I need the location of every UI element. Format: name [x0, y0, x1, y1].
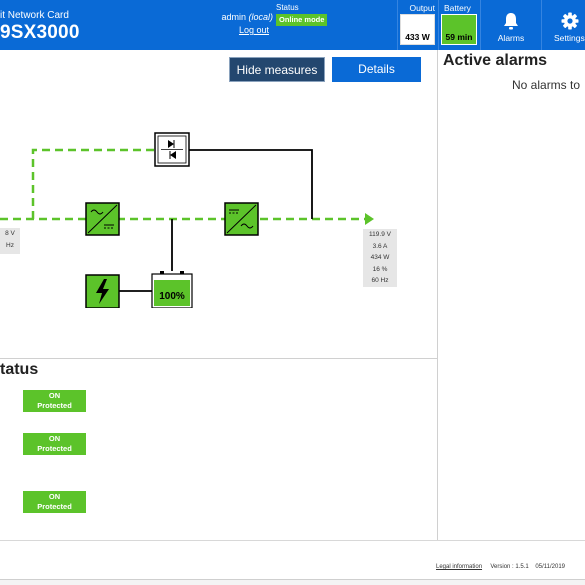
footer: Legal information Version : 1.5.1 05/11/…	[436, 564, 565, 570]
battery-icon	[151, 271, 193, 309]
outlet-detail: Protected	[37, 444, 72, 453]
outlet-detail: Protected	[37, 401, 72, 410]
rectifier-icon	[85, 202, 120, 236]
outlet-status-badge: ON Protected	[23, 433, 86, 455]
outlet-state: ON	[48, 492, 61, 501]
bell-icon	[504, 13, 518, 30]
output-meter: 433 W	[400, 14, 435, 45]
battery-value: 59 min	[445, 32, 473, 42]
legal-information-link[interactable]: Legal information	[436, 564, 482, 570]
outlet-state: ON	[48, 434, 61, 443]
output-value: 433 W	[405, 32, 430, 42]
input-voltage: 8 V	[5, 230, 15, 237]
settings-button[interactable]: Settings	[542, 0, 585, 50]
flow-arrow-icon	[365, 213, 374, 225]
output-current: 3.6 A	[372, 242, 388, 250]
inverter-icon	[224, 202, 259, 236]
logout-link[interactable]: Log out	[213, 25, 269, 35]
input-readout: 8 V Hz	[0, 228, 20, 254]
bottom-bar	[0, 579, 585, 585]
device-model: 9SX3000	[0, 22, 80, 43]
outlet-status-badge: ON Protected	[23, 390, 86, 412]
static-switch-icon	[154, 132, 190, 167]
output-power: 434 W	[370, 254, 390, 261]
panel-divider	[0, 358, 438, 359]
battery-label: Battery	[444, 3, 471, 13]
outlet-state: ON	[48, 391, 61, 400]
footer-divider	[0, 540, 585, 541]
alarms-button[interactable]: Alarms	[481, 0, 541, 50]
header-separator	[397, 0, 398, 50]
alarms-label: Alarms	[497, 33, 525, 43]
card-name: it Network Card	[0, 10, 69, 21]
output-voltage: 119.9 V	[369, 231, 391, 238]
outlet-status-badge: ON Protected	[23, 491, 86, 513]
output-label: Output	[409, 3, 435, 13]
active-alarms-title: Active alarms	[443, 52, 548, 69]
ups-synoptic-diagram: 100% 8 V Hz 119.9 V 3.6 A 434 W 16 % 60 …	[0, 50, 438, 309]
output-load: 16 %	[372, 265, 388, 273]
user-scope: (local)	[248, 12, 273, 22]
outlet-detail: Protected	[37, 502, 72, 511]
header-separator	[438, 0, 439, 50]
version-text: Version : 1.5.1	[490, 564, 529, 570]
user-info: admin (local)	[213, 12, 273, 22]
output-frequency: 60 Hz	[371, 277, 389, 284]
user-name: admin	[221, 12, 246, 22]
battery-level-text: 100%	[159, 291, 185, 302]
output-readout: 119.9 V 3.6 A 434 W 16 % 60 Hz	[363, 229, 397, 287]
charger-icon	[85, 274, 120, 309]
battery-meter: 59 min	[441, 14, 477, 45]
top-header: it Network Card 9SX3000 admin (local) Lo…	[0, 0, 585, 50]
no-alarms-text: No alarms to	[512, 78, 581, 92]
settings-label: Settings	[554, 33, 585, 43]
app-window: it Network Card 9SX3000 admin (local) Lo…	[0, 0, 585, 585]
status-badge: Online mode	[276, 14, 328, 26]
input-frequency: Hz	[6, 241, 14, 249]
outlet-status-title: tatus	[0, 361, 39, 378]
status-label: Status	[276, 3, 299, 12]
gear-icon	[561, 12, 579, 30]
footer-date: 05/11/2019	[535, 564, 565, 570]
